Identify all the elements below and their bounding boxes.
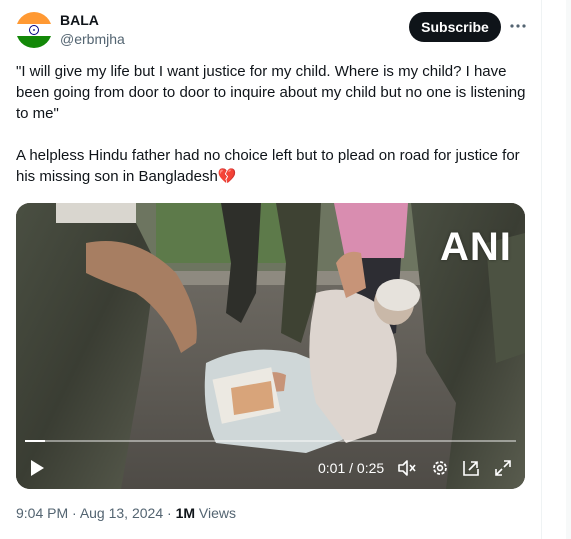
- progress-fill: [25, 440, 45, 442]
- india-flag-avatar[interactable]: [16, 12, 52, 48]
- tweet-paragraph-body: A helpless Hindu father had no choice le…: [16, 145, 530, 187]
- fullscreen-icon[interactable]: [492, 457, 514, 479]
- views-count[interactable]: 1M: [176, 505, 195, 521]
- pip-icon[interactable]: [460, 457, 482, 479]
- meta-dot: ·: [68, 505, 80, 521]
- tweet-header: BALA @erbmjha Subscribe: [16, 10, 530, 50]
- author-handle[interactable]: @erbmjha: [60, 30, 125, 48]
- broken-heart-emoji: 💔: [217, 168, 237, 185]
- settings-icon[interactable]: [429, 457, 451, 479]
- play-icon[interactable]: [26, 457, 48, 479]
- more-horizontal-icon[interactable]: [506, 14, 530, 38]
- subscribe-button[interactable]: Subscribe: [409, 12, 501, 42]
- tweet-time[interactable]: 9:04 PM: [16, 505, 68, 521]
- side-panel-edge: [566, 0, 571, 539]
- progress-bar[interactable]: [25, 440, 516, 442]
- author-block[interactable]: BALA @erbmjha: [60, 12, 125, 48]
- duration: 0:25: [356, 460, 385, 476]
- flag-icon: [16, 12, 52, 48]
- ani-watermark: ANI: [440, 225, 512, 269]
- views-label: Views: [195, 505, 236, 521]
- tweet-body-text: A helpless Hindu father had no choice le…: [16, 147, 520, 185]
- author-display-name[interactable]: BALA: [60, 12, 125, 29]
- meta-dot-2: ·: [163, 505, 176, 521]
- tweet-date[interactable]: Aug 13, 2024: [80, 505, 163, 521]
- time-separator: /: [345, 460, 357, 476]
- tweet-paragraph-quote: "I will give my life but I want justice …: [16, 63, 526, 122]
- timeline-divider: [541, 0, 542, 539]
- tweet-text: "I will give my life but I want justice …: [16, 61, 530, 187]
- video-time: 0:01 / 0:25: [318, 460, 384, 476]
- mute-icon[interactable]: [396, 457, 418, 479]
- tweet-meta: 9:04 PM · Aug 13, 2024 · 1M Views: [16, 504, 236, 522]
- current-time: 0:01: [318, 460, 346, 476]
- video-player[interactable]: ANI 0:01 / 0:25: [16, 203, 525, 489]
